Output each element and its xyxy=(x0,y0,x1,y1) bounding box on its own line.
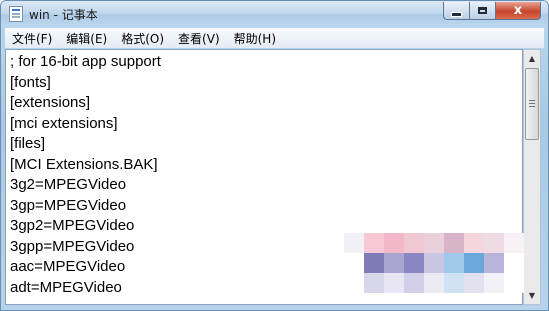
mosaic-cell xyxy=(464,253,484,273)
mosaic-cell xyxy=(464,273,484,293)
mosaic-cell xyxy=(444,233,464,253)
text-line: 3gp2=MPEGVideo xyxy=(10,217,135,234)
menu-file[interactable]: 文件(F) xyxy=(5,30,59,47)
mosaic-cell xyxy=(484,253,504,273)
close-button[interactable]: x xyxy=(495,2,541,20)
notepad-window: win - 记事本 x 文件(F) 编辑(E) 格式(O) 查看(V) 帮助(H… xyxy=(0,0,549,311)
notepad-icon[interactable] xyxy=(9,6,23,22)
text-line: [extensions] xyxy=(10,94,91,111)
text-line: adt=MPEGVideo xyxy=(10,278,122,296)
mosaic-cell xyxy=(404,273,424,293)
mosaic-cell xyxy=(444,273,464,293)
mosaic-cell xyxy=(344,233,364,253)
menu-edit[interactable]: 编辑(E) xyxy=(59,30,114,47)
mosaic-cell xyxy=(484,233,504,253)
maximize-icon xyxy=(478,7,487,14)
scroll-down-arrow-icon[interactable]: ▼ xyxy=(524,287,540,304)
mosaic-cell xyxy=(504,253,524,273)
vertical-scrollbar[interactable]: ▲ ▼ xyxy=(523,49,541,305)
title-bar[interactable]: win - 记事本 x xyxy=(1,1,548,27)
mosaic-cell xyxy=(504,233,524,253)
mosaic-cell xyxy=(404,233,424,253)
window-title: win - 记事本 xyxy=(29,8,98,22)
menu-help[interactable]: 帮助(H) xyxy=(227,30,283,47)
mosaic-cell xyxy=(424,233,444,253)
maximize-button[interactable] xyxy=(469,2,496,20)
close-icon: x xyxy=(513,3,523,18)
mosaic-cell xyxy=(344,253,364,273)
mosaic-cell xyxy=(444,253,464,273)
mosaic-cell xyxy=(384,273,404,293)
mosaic-cell xyxy=(404,253,424,273)
text-line: [fonts] xyxy=(10,73,51,91)
text-line: 3g2=MPEGVideo xyxy=(10,176,127,193)
text-line: 3gpp=MPEGVideo xyxy=(10,237,135,255)
mosaic-cell xyxy=(364,233,384,253)
mosaic-cell xyxy=(344,273,364,293)
menu-format[interactable]: 格式(O) xyxy=(114,30,171,47)
mosaic-cell xyxy=(384,253,404,273)
mosaic-cell xyxy=(484,273,504,293)
menu-view[interactable]: 查看(V) xyxy=(171,30,227,47)
text-line: [mci extensions] xyxy=(10,114,118,132)
scroll-up-arrow-icon[interactable]: ▲ xyxy=(524,50,540,67)
mosaic-cell xyxy=(364,253,384,273)
scroll-thumb[interactable] xyxy=(525,68,539,140)
text-line: aac=MPEGVideo xyxy=(10,258,126,275)
mosaic-cell xyxy=(364,273,384,293)
text-line: 3gp=MPEGVideo xyxy=(10,196,127,214)
blurred-watermark xyxy=(344,233,524,295)
mosaic-cell xyxy=(464,233,484,253)
menu-bar: 文件(F) 编辑(E) 格式(O) 查看(V) 帮助(H) xyxy=(5,28,544,48)
text-line: [MCI Extensions.BAK] xyxy=(10,155,158,173)
mosaic-cell xyxy=(384,233,404,253)
mosaic-cell xyxy=(424,273,444,293)
text-line: [files] xyxy=(10,135,46,152)
mosaic-cell xyxy=(424,253,444,273)
mosaic-cell xyxy=(504,273,524,293)
minimize-icon xyxy=(451,11,462,17)
minimize-button[interactable] xyxy=(443,2,470,20)
text-line: ; for 16-bit app support xyxy=(10,53,161,70)
